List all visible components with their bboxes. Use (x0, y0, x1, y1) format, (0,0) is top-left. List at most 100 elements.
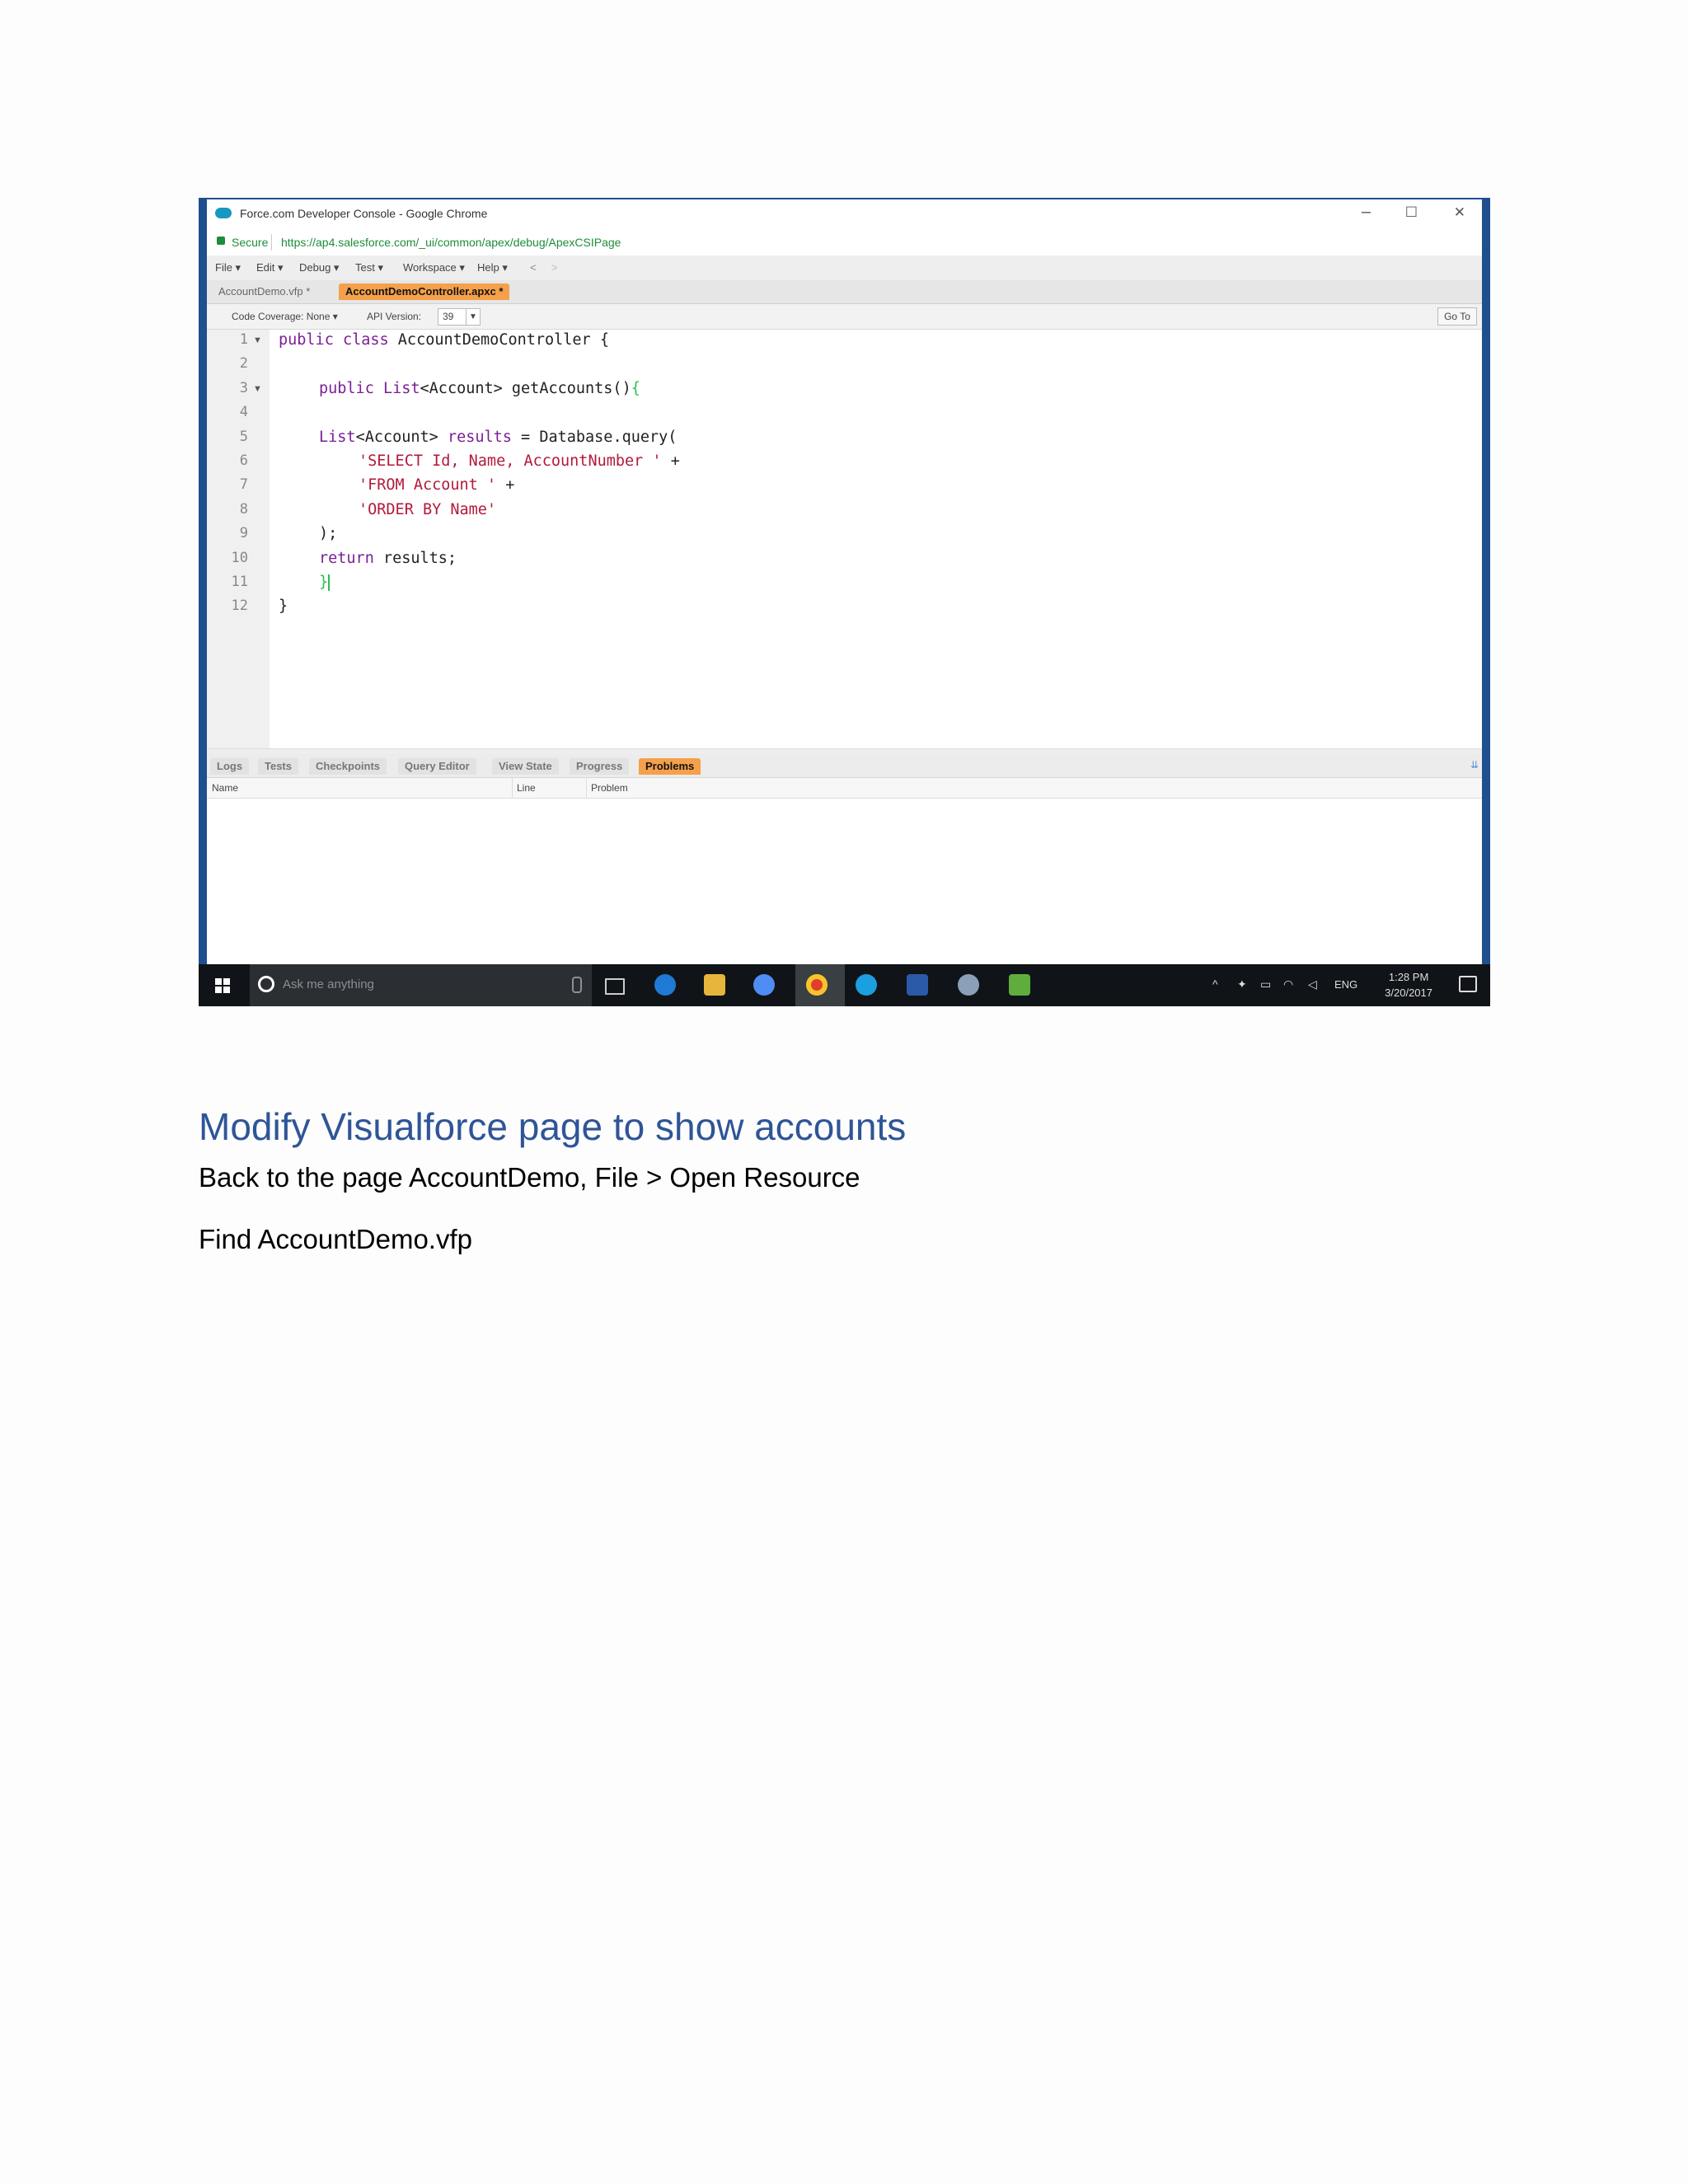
tab-logs[interactable]: Logs (210, 758, 250, 775)
microphone-icon[interactable] (572, 977, 582, 993)
minimize-button[interactable]: – (1362, 203, 1371, 222)
line-number: 8 (239, 501, 248, 518)
code-type: List (319, 429, 356, 446)
tab-tests[interactable]: Tests (258, 758, 298, 775)
panel-tabs: Logs Tests Checkpoints Query Editor View… (207, 754, 1482, 778)
battery-icon[interactable]: ▭ (1260, 977, 1271, 991)
url-text[interactable]: https://ap4.salesforce.com/_ui/common/ap… (281, 236, 621, 249)
nav-back-button[interactable]: < (530, 261, 537, 274)
volume-muted-icon[interactable]: ◁ (1308, 977, 1317, 991)
line-number: 5 (239, 429, 248, 445)
code-keyword: public (319, 380, 383, 397)
line-number: 10 (231, 550, 248, 566)
close-button[interactable]: ✕ (1454, 204, 1465, 221)
tab-view-state[interactable]: View State (492, 758, 559, 775)
code-text: = Database.query( (511, 429, 678, 446)
clock[interactable]: 1:28 PM 3/20/2017 (1385, 969, 1432, 1001)
line-number: 6 (239, 452, 248, 469)
instruction-paragraph: Find AccountDemo.vfp (199, 1224, 472, 1254)
clock-date: 3/20/2017 (1385, 987, 1432, 999)
menu-workspace[interactable]: Workspace ▾ (403, 261, 465, 274)
screenshot: Force.com Developer Console - Google Chr… (199, 198, 1490, 1006)
code-line: } (319, 574, 331, 591)
file-explorer-icon[interactable] (704, 974, 725, 996)
wifi-icon[interactable]: ◠ (1283, 977, 1293, 991)
notepad-icon[interactable] (1009, 974, 1030, 996)
api-version-select[interactable]: 39 ▼ (438, 308, 481, 326)
text-cursor (328, 574, 331, 591)
section-heading: Modify Visualforce page to show accounts (199, 1105, 907, 1148)
code-line: 'SELECT Id, Name, AccountNumber ' + (359, 452, 680, 470)
app-icon[interactable] (958, 974, 979, 996)
windows-start-icon[interactable] (215, 978, 230, 993)
google-icon[interactable] (753, 974, 775, 996)
secure-label: Secure (232, 236, 269, 249)
menu-help[interactable]: Help ▾ (477, 261, 508, 274)
tab-query-editor[interactable]: Query Editor (398, 758, 476, 775)
code-text: AccountDemoController { (397, 331, 609, 349)
menu-test[interactable]: Test ▾ (355, 261, 383, 274)
fold-toggle-icon[interactable]: ▼ (253, 335, 262, 345)
code-line: } (279, 598, 288, 615)
code-line: 'FROM Account ' + (359, 476, 514, 494)
column-line[interactable]: Line (517, 782, 536, 794)
word-icon[interactable] (907, 974, 928, 996)
line-number: 11 (231, 574, 248, 590)
tab-accountdemo-vfp[interactable]: AccountDemo.vfp * (212, 284, 317, 300)
line-number: 1 (239, 331, 248, 348)
code-string: 'ORDER BY Name' (359, 501, 497, 518)
code-line: List<Account> results = Database.query( (319, 429, 677, 446)
taskbar-search[interactable]: Ask me anything (250, 964, 592, 1006)
column-name[interactable]: Name (212, 782, 238, 794)
tab-problems[interactable]: Problems (639, 758, 701, 775)
tab-checkpoints[interactable]: Checkpoints (309, 758, 387, 775)
window-title: Force.com Developer Console - Google Chr… (240, 207, 488, 220)
tray-chevron-icon[interactable]: ^ (1212, 977, 1218, 991)
code-string: 'SELECT Id, Name, AccountNumber ' (359, 452, 662, 470)
code-string: 'FROM Account ' (359, 476, 497, 494)
task-view-icon[interactable] (605, 978, 625, 995)
code-bracket: } (319, 574, 329, 591)
address-separator (271, 234, 272, 251)
code-line: ); (319, 525, 338, 542)
menu-file[interactable]: File ▾ (215, 261, 241, 274)
action-center-icon[interactable] (1459, 976, 1477, 992)
api-version-label: API Version: (367, 311, 422, 322)
menu-debug[interactable]: Debug ▾ (299, 261, 339, 274)
chevron-down-icon: ▼ (466, 309, 480, 325)
code-editor[interactable]: 1 2 3 4 5 6 7 8 9 10 11 12 ▼ ▼ public cl… (207, 330, 1482, 748)
line-number: 9 (239, 525, 248, 541)
api-version-value: 39 (443, 311, 454, 322)
code-bracket: { (631, 380, 640, 397)
nav-forward-button[interactable]: > (551, 261, 558, 274)
tab-progress[interactable]: Progress (570, 758, 630, 775)
code-coverage-dropdown[interactable]: Code Coverage: None ▾ (232, 311, 338, 322)
windows-taskbar: Ask me anything ^ ✦ ▭ ◠ ◁ ENG 1:28 PM 3/… (199, 964, 1490, 1006)
chrome-icon[interactable] (806, 974, 828, 996)
address-bar[interactable]: Secure https://ap4.salesforce.com/_ui/co… (207, 229, 1482, 256)
edge-icon[interactable] (654, 974, 676, 996)
menu-bar: File ▾ Edit ▾ Debug ▾ Test ▾ Workspace ▾… (207, 255, 1482, 281)
fold-toggle-icon[interactable]: ▼ (253, 384, 262, 394)
code-keyword: results (447, 429, 512, 446)
tab-accountdemocontroller-apxc[interactable]: AccountDemoController.apxc * (339, 284, 510, 300)
maximize-button[interactable]: ☐ (1405, 204, 1418, 221)
code-line: public class AccountDemoController { (279, 331, 609, 349)
goto-button[interactable]: Go To (1437, 307, 1477, 326)
column-divider (586, 778, 587, 798)
line-number: 3 (239, 380, 248, 396)
collapse-panel-icon[interactable]: ⇊ (1470, 759, 1479, 771)
cortana-icon (258, 976, 274, 992)
code-text: + (496, 476, 515, 494)
menu-edit[interactable]: Edit ▾ (256, 261, 284, 274)
browser-window: Force.com Developer Console - Google Chr… (199, 198, 1490, 964)
column-problem[interactable]: Problem (591, 782, 628, 794)
line-number: 4 (239, 404, 248, 420)
dropbox-icon[interactable]: ✦ (1237, 977, 1247, 991)
language-indicator[interactable]: ENG (1334, 978, 1357, 991)
code-text: + (661, 452, 680, 470)
code-keyword: public class (279, 331, 398, 349)
line-number: 7 (239, 476, 248, 493)
skype-icon[interactable] (856, 974, 877, 996)
line-number: 12 (231, 598, 248, 614)
